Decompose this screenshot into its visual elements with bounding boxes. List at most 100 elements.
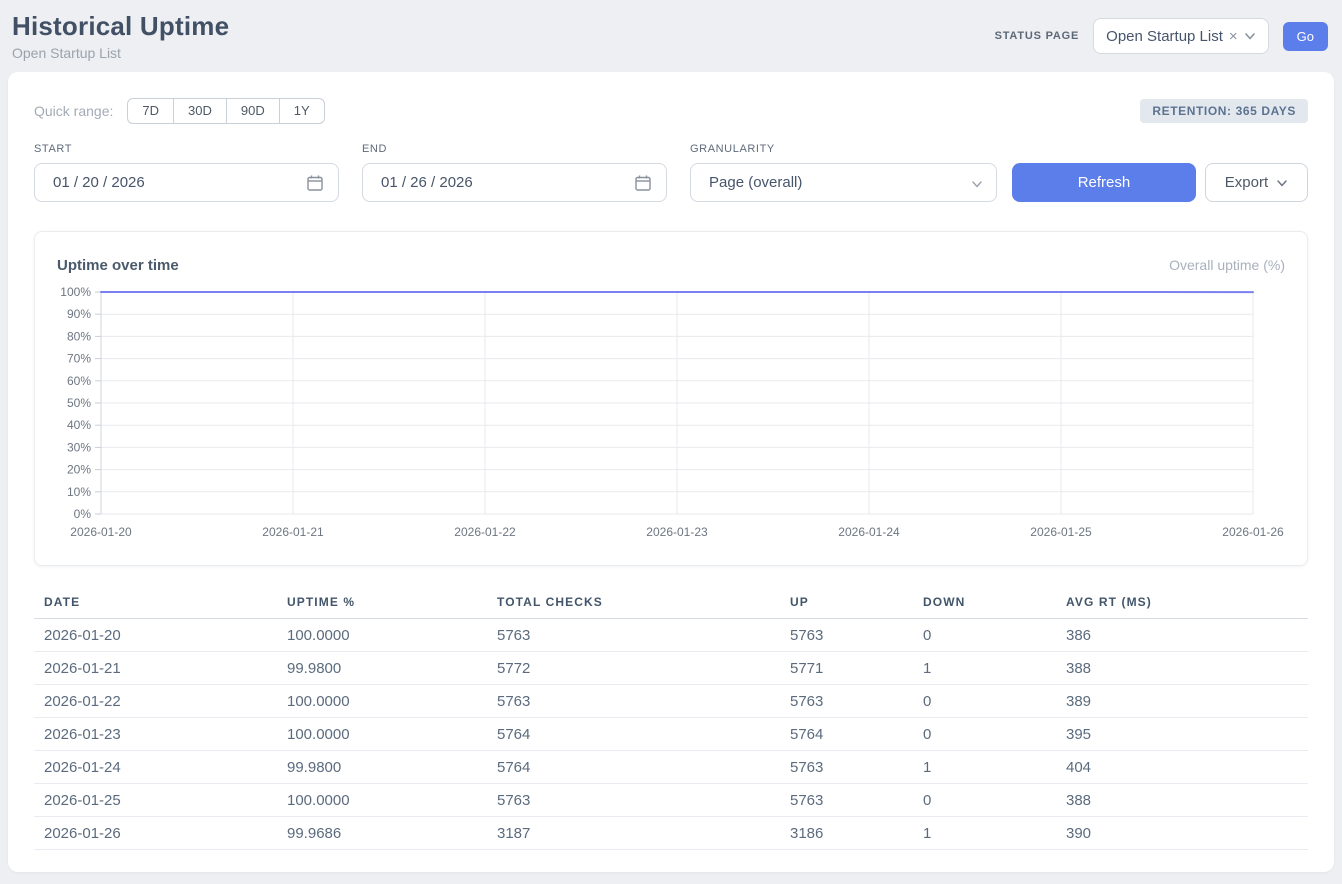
clear-icon[interactable]: ×: [1229, 28, 1238, 45]
svg-text:80%: 80%: [67, 329, 91, 343]
go-button[interactable]: Go: [1283, 22, 1328, 51]
chart-legend: Overall uptime (%): [1169, 257, 1285, 273]
uptime-chart: 0%10%20%30%40%50%60%70%80%90%100%2026-01…: [57, 284, 1287, 546]
cell-date: 2026-01-26: [34, 817, 277, 850]
table-row: 2026-01-22100.0000576357630389: [34, 685, 1308, 718]
x-axis-label: 2026-01-21: [262, 525, 324, 539]
status-page-label: STATUS PAGE: [995, 30, 1080, 42]
status-page-value: Open Startup List: [1106, 28, 1223, 45]
svg-text:20%: 20%: [67, 463, 91, 477]
cell-uptime: 99.9686: [277, 817, 487, 850]
cell-down: 0: [913, 784, 1056, 817]
cell-avg-rt-ms: 386: [1056, 619, 1308, 652]
col-header-avg-rt-ms: AVG RT (MS): [1056, 589, 1308, 619]
cell-down: 1: [913, 652, 1056, 685]
svg-text:90%: 90%: [67, 307, 91, 321]
table-row: 2026-01-25100.0000576357630388: [34, 784, 1308, 817]
cell-up: 3186: [780, 817, 913, 850]
chevron-down-icon: [1244, 30, 1256, 42]
cell-up: 5763: [780, 619, 913, 652]
retention-badge: RETENTION: 365 DAYS: [1140, 99, 1308, 123]
cell-uptime: 99.9800: [277, 751, 487, 784]
granularity-label: GRANULARITY: [690, 143, 997, 155]
page-title: Historical Uptime: [12, 11, 229, 42]
table-row: 2026-01-23100.0000576457640395: [34, 718, 1308, 751]
end-date-input[interactable]: 01 / 26 / 2026: [362, 163, 667, 202]
quick-range-7d[interactable]: 7D: [127, 98, 174, 124]
col-header-uptime: UPTIME %: [277, 589, 487, 619]
chart-plot-area: 0%10%20%30%40%50%60%70%80%90%100%2026-01…: [57, 284, 1285, 551]
start-label: START: [34, 143, 339, 155]
quick-range-1y[interactable]: 1Y: [280, 98, 325, 124]
quick-range-30d[interactable]: 30D: [174, 98, 227, 124]
cell-total-checks: 5764: [487, 751, 780, 784]
svg-text:40%: 40%: [67, 418, 91, 432]
x-axis-label: 2026-01-22: [454, 525, 516, 539]
uptime-table: DATEUPTIME %TOTAL CHECKSUPDOWNAVG RT (MS…: [34, 589, 1308, 850]
cell-up: 5763: [780, 751, 913, 784]
cell-uptime: 100.0000: [277, 784, 487, 817]
cell-date: 2026-01-22: [34, 685, 277, 718]
cell-uptime: 100.0000: [277, 718, 487, 751]
export-label: Export: [1225, 174, 1268, 191]
cell-down: 0: [913, 718, 1056, 751]
cell-avg-rt-ms: 395: [1056, 718, 1308, 751]
quick-range-row: Quick range: 7D30D90D1Y RETENTION: 365 D…: [34, 98, 1308, 124]
page-subtitle: Open Startup List: [12, 45, 229, 61]
calendar-icon[interactable]: [306, 174, 324, 192]
svg-text:30%: 30%: [67, 440, 91, 454]
cell-up: 5763: [780, 784, 913, 817]
col-header-up: UP: [780, 589, 913, 619]
end-date-value: 01 / 26 / 2026: [381, 174, 473, 191]
svg-text:60%: 60%: [67, 374, 91, 388]
main-panel: Quick range: 7D30D90D1Y RETENTION: 365 D…: [8, 72, 1334, 872]
cell-up: 5771: [780, 652, 913, 685]
chart-header: Uptime over time Overall uptime (%): [57, 254, 1285, 276]
table-row: 2026-01-2499.9800576457631404: [34, 751, 1308, 784]
table-row: 2026-01-20100.0000576357630386: [34, 619, 1308, 652]
svg-text:70%: 70%: [67, 352, 91, 366]
table-head: DATEUPTIME %TOTAL CHECKSUPDOWNAVG RT (MS…: [34, 589, 1308, 619]
cell-uptime: 100.0000: [277, 685, 487, 718]
cell-avg-rt-ms: 389: [1056, 685, 1308, 718]
start-date-value: 01 / 20 / 2026: [53, 174, 145, 191]
chevron-down-icon: [970, 177, 982, 189]
title-block: Historical Uptime Open Startup List: [12, 11, 229, 61]
col-header-down: DOWN: [913, 589, 1056, 619]
header-right: STATUS PAGE Open Startup List × Go: [995, 18, 1328, 54]
cell-total-checks: 5763: [487, 685, 780, 718]
chevron-down-icon: [1276, 177, 1288, 189]
quick-range-group: 7D30D90D1Y: [127, 98, 324, 124]
end-field: END 01 / 26 / 2026: [362, 143, 667, 202]
cell-total-checks: 5764: [487, 718, 780, 751]
chart-title: Uptime over time: [57, 257, 179, 274]
quick-range-90d[interactable]: 90D: [227, 98, 280, 124]
top-header: Historical Uptime Open Startup List STAT…: [0, 0, 1342, 72]
svg-text:0%: 0%: [74, 507, 92, 521]
cell-total-checks: 3187: [487, 817, 780, 850]
cell-uptime: 99.9800: [277, 652, 487, 685]
cell-avg-rt-ms: 404: [1056, 751, 1308, 784]
granularity-field: GRANULARITY Page (overall): [690, 143, 997, 202]
cell-down: 0: [913, 685, 1056, 718]
export-button[interactable]: Export: [1205, 163, 1308, 202]
cell-date: 2026-01-25: [34, 784, 277, 817]
calendar-icon[interactable]: [634, 174, 652, 192]
end-label: END: [362, 143, 667, 155]
cell-date: 2026-01-20: [34, 619, 277, 652]
cell-date: 2026-01-23: [34, 718, 277, 751]
x-axis-label: 2026-01-26: [1222, 525, 1284, 539]
cell-avg-rt-ms: 390: [1056, 817, 1308, 850]
refresh-button[interactable]: Refresh: [1012, 163, 1196, 202]
cell-total-checks: 5763: [487, 619, 780, 652]
start-date-input[interactable]: 01 / 20 / 2026: [34, 163, 339, 202]
granularity-select[interactable]: Page (overall): [690, 163, 997, 202]
cell-uptime: 100.0000: [277, 619, 487, 652]
table-body: 2026-01-20100.00005763576303862026-01-21…: [34, 619, 1308, 850]
quick-range-label: Quick range:: [34, 103, 113, 119]
x-axis-label: 2026-01-23: [646, 525, 708, 539]
col-header-total-checks: TOTAL CHECKS: [487, 589, 780, 619]
granularity-value: Page (overall): [709, 174, 802, 191]
table-header-row: DATEUPTIME %TOTAL CHECKSUPDOWNAVG RT (MS…: [34, 589, 1308, 619]
status-page-select[interactable]: Open Startup List ×: [1093, 18, 1269, 54]
